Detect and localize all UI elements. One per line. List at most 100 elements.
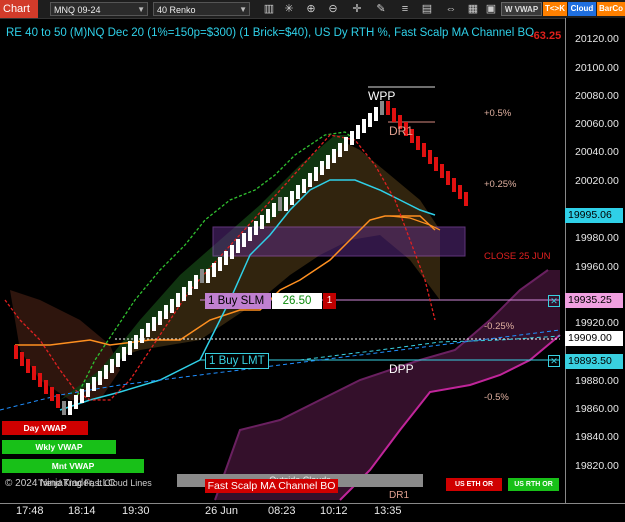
renko-brick	[26, 359, 30, 373]
buy-slm-qty[interactable]: 1	[323, 293, 336, 309]
time-tick: 19:30	[122, 505, 150, 517]
price-box-buy-slm: 19935.25	[565, 293, 623, 308]
renko-brick	[134, 335, 138, 349]
time-tick: 08:23	[268, 505, 296, 517]
renko-brick	[416, 136, 420, 150]
renko-brick	[284, 197, 288, 211]
instrument-label: MNQ 09-24	[54, 5, 101, 15]
renko-brick	[182, 287, 186, 301]
renko-brick	[314, 167, 318, 181]
renko-brick	[332, 149, 336, 163]
draw-icon[interactable]: ✎	[374, 2, 388, 16]
renko-brick	[74, 395, 78, 409]
renko-brick	[194, 275, 198, 289]
renko-brick	[98, 371, 102, 385]
renko-brick	[326, 155, 330, 169]
renko-brick	[446, 171, 450, 185]
properties-icon[interactable]: ▦	[466, 2, 480, 16]
dpp-label: DPP	[389, 362, 414, 376]
renko-brick	[440, 164, 444, 178]
minus-025-label: -0.25%	[484, 321, 515, 332]
renko-brick	[146, 323, 150, 337]
renko-brick	[140, 329, 144, 343]
renko-brick	[218, 257, 222, 271]
renko-brick	[20, 352, 24, 366]
time-tick: 10:12	[320, 505, 348, 517]
price-tick: 20080.00	[575, 90, 619, 102]
renko-brick	[164, 305, 168, 319]
price-tick: 19860.00	[575, 403, 619, 415]
renko-brick	[464, 192, 468, 206]
bar-type-selector[interactable]: 40 Renko ▼	[153, 2, 250, 16]
layers-icon[interactable]: ≡	[398, 2, 412, 16]
close-icon[interactable]: ✕	[548, 355, 560, 367]
renko-brick	[224, 251, 228, 265]
renko-brick	[434, 157, 438, 171]
zoom-out-icon[interactable]: ⊖	[326, 2, 340, 16]
renko-brick	[380, 101, 384, 115]
renko-brick	[176, 293, 180, 307]
cloud-button[interactable]: Cloud	[568, 2, 596, 16]
buy-slm-price[interactable]: 26.50	[272, 293, 322, 309]
renko-brick	[350, 131, 354, 145]
renko-brick	[14, 345, 18, 359]
renko-brick	[68, 401, 72, 415]
renko-brick	[344, 137, 348, 151]
price-tick: 20040.00	[575, 146, 619, 158]
zoom-in-icon[interactable]: ⊕	[304, 2, 318, 16]
renko-brick	[92, 377, 96, 391]
renko-brick	[368, 113, 372, 127]
wpp-label: WPP	[368, 89, 396, 103]
renko-brick	[38, 373, 42, 387]
chart-title: RE 40 to 50 (M)NQ Dec 20 (1%=150p=$300) …	[6, 27, 535, 39]
plus-025-label: +0.25%	[484, 179, 517, 190]
renko-brick	[230, 245, 234, 259]
day-vwap-label: Day VWAP	[2, 421, 88, 435]
plus-05-label: +0.5%	[484, 108, 512, 119]
renko-brick	[254, 221, 258, 235]
window-title[interactable]: Chart	[0, 0, 38, 18]
tk-button[interactable]: T<>K	[543, 2, 567, 16]
price-tick: 20020.00	[575, 175, 619, 187]
barcolor-button[interactable]: BarCo	[597, 2, 625, 16]
data-box-icon[interactable]: ▤	[420, 2, 434, 16]
settings-icon[interactable]: ✳	[282, 2, 296, 16]
us-eth-or-button[interactable]: US ETH OR	[446, 478, 502, 491]
renko-brick	[170, 299, 174, 313]
chart-toolbar: Chart MNQ 09-24 ▼ 40 Renko ▼ ▥ ✳ ⊕ ⊖ ✛ ✎ ≡…	[0, 0, 625, 19]
price-tick: 19980.00	[575, 232, 619, 244]
renko-brick	[260, 215, 264, 229]
dr1-bottom-label: DR1	[389, 490, 410, 501]
renko-brick	[272, 203, 276, 217]
lock-icon[interactable]: ▣	[484, 2, 498, 16]
buy-lmt-order[interactable]: 1 Buy LMT	[205, 353, 269, 369]
vwap-button[interactable]: W VWAP	[501, 2, 542, 16]
us-rth-or-button[interactable]: US RTH OR	[508, 478, 559, 491]
renko-brick	[158, 311, 162, 325]
price-tick: 20100.00	[575, 62, 619, 74]
bar-type-label: 40 Renko	[157, 5, 196, 15]
crosshair-icon[interactable]: ✛	[350, 2, 364, 16]
price-tick: 20060.00	[575, 118, 619, 130]
monthly-vwap-label: Mnt VWAP	[2, 459, 144, 473]
minus-05-label: -0.5%	[484, 392, 509, 403]
renko-brick	[338, 143, 342, 157]
renko-brick	[296, 185, 300, 199]
renko-brick	[200, 269, 204, 283]
title-overlap-value: -63.25	[530, 30, 562, 42]
renko-brick	[152, 317, 156, 331]
bar-chart-icon[interactable]: ▥	[262, 2, 276, 16]
renko-brick	[290, 191, 294, 205]
buy-slm-order[interactable]: 1 Buy SLM	[205, 293, 271, 309]
instrument-selector[interactable]: MNQ 09-24 ▼	[50, 2, 148, 16]
close-icon[interactable]: ✕	[548, 295, 560, 307]
price-tick: 19880.00	[575, 375, 619, 387]
renko-brick	[86, 383, 90, 397]
scroll-icon[interactable]: ⇔	[444, 2, 458, 16]
renko-brick	[392, 108, 396, 122]
renko-brick	[44, 380, 48, 394]
time-tick: 13:35	[374, 505, 402, 517]
renko-brick	[116, 353, 120, 367]
renko-brick	[80, 389, 84, 403]
weekly-vwap-label: Wkly VWAP	[2, 440, 116, 454]
